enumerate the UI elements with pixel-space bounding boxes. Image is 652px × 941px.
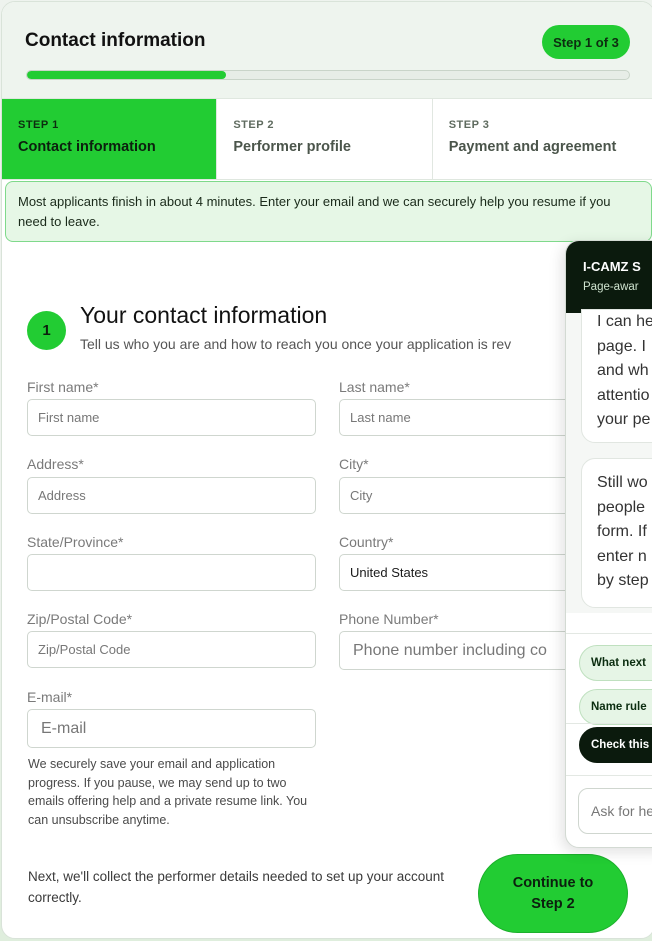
tab-step-3[interactable]: STEP 3 Payment and agreement bbox=[432, 99, 652, 179]
chat-divider bbox=[566, 775, 652, 776]
card-header: Contact information Step 1 of 3 bbox=[2, 2, 652, 99]
chat-message: I can he page. I and wh attentio your pe bbox=[581, 309, 652, 443]
city-label: City* bbox=[339, 456, 369, 472]
message-line: your pe bbox=[597, 411, 651, 428]
section-number: 1 bbox=[27, 311, 66, 350]
message-line: enter n bbox=[597, 547, 647, 565]
suggestion-chip-check-this[interactable]: Check this bbox=[579, 727, 652, 763]
email-help-text: We securely save your email and applicat… bbox=[28, 757, 308, 827]
application-card: Contact information Step 1 of 3 STEP 1 C… bbox=[1, 1, 652, 939]
step-name: Contact information bbox=[18, 139, 156, 155]
progress-bar bbox=[26, 70, 630, 80]
state-label: State/Province* bbox=[27, 534, 124, 550]
chat-title: I-CAMZ S bbox=[583, 259, 641, 274]
message-line: people bbox=[597, 498, 646, 516]
message-line: attentio bbox=[597, 386, 650, 404]
page-title: Contact information bbox=[25, 30, 206, 51]
chat-messages: I can he page. I and wh attentio your pe… bbox=[566, 309, 652, 613]
time-notice: Most applicants finish in about 4 minute… bbox=[5, 181, 652, 242]
message-line: Still wo bbox=[597, 474, 648, 491]
chat-divider bbox=[566, 723, 652, 724]
email-input[interactable]: E-mail bbox=[27, 709, 316, 748]
step-badge: Step 1 of 3 bbox=[542, 25, 630, 59]
address-label: Address* bbox=[27, 456, 84, 472]
suggestion-chip-name-rules[interactable]: Name rule bbox=[579, 689, 652, 725]
step-number: STEP 1 bbox=[18, 119, 59, 131]
phone-label: Phone Number* bbox=[339, 611, 439, 627]
section-subtitle: Tell us who you are and how to reach you… bbox=[80, 336, 512, 352]
next-step-note: Next, we'll collect the performer detail… bbox=[28, 869, 445, 905]
section-title: Your contact information bbox=[80, 302, 328, 328]
chat-subtitle: Page-awar bbox=[583, 281, 639, 293]
continue-button[interactable]: Continue to Step 2 bbox=[478, 854, 628, 933]
country-label: Country* bbox=[339, 534, 394, 550]
step-tabs: STEP 1 Contact information STEP 2 Perfor… bbox=[2, 99, 652, 180]
first-name-input[interactable]: First name bbox=[27, 399, 316, 436]
address-input[interactable]: Address bbox=[27, 477, 316, 514]
step-name: Payment and agreement bbox=[448, 139, 617, 155]
zip-input[interactable]: Zip/Postal Code bbox=[27, 631, 316, 668]
step-number: STEP 2 bbox=[233, 119, 275, 131]
step-name: Performer profile bbox=[233, 139, 351, 155]
step-number: STEP 3 bbox=[448, 119, 490, 131]
last-name-label: Last name* bbox=[339, 379, 410, 395]
chat-input[interactable]: Ask for he bbox=[578, 788, 652, 834]
progress-fill bbox=[27, 71, 226, 79]
message-line: form. If bbox=[597, 523, 647, 540]
message-line: by step bbox=[597, 572, 649, 589]
chat-header: I-CAMZ S Page-awar bbox=[566, 241, 652, 313]
email-label: E-mail* bbox=[27, 689, 73, 705]
tab-step-2[interactable]: STEP 2 Performer profile bbox=[217, 99, 433, 179]
message-line: and wh bbox=[597, 362, 649, 379]
zip-label: Zip/Postal Code* bbox=[27, 611, 133, 627]
suggestion-chip-what-next[interactable]: What next bbox=[579, 645, 652, 681]
chat-message: Still wo people form. If enter n by step bbox=[581, 458, 652, 608]
message-line: I can he bbox=[597, 313, 652, 330]
first-name-label: First name* bbox=[27, 379, 99, 395]
tab-step-1[interactable]: STEP 1 Contact information bbox=[2, 99, 218, 179]
assistant-chat-panel: I-CAMZ S Page-awar I can he page. I and … bbox=[565, 240, 652, 848]
state-input[interactable] bbox=[27, 554, 316, 591]
chat-divider bbox=[566, 633, 652, 634]
message-line: page. I bbox=[597, 337, 646, 355]
